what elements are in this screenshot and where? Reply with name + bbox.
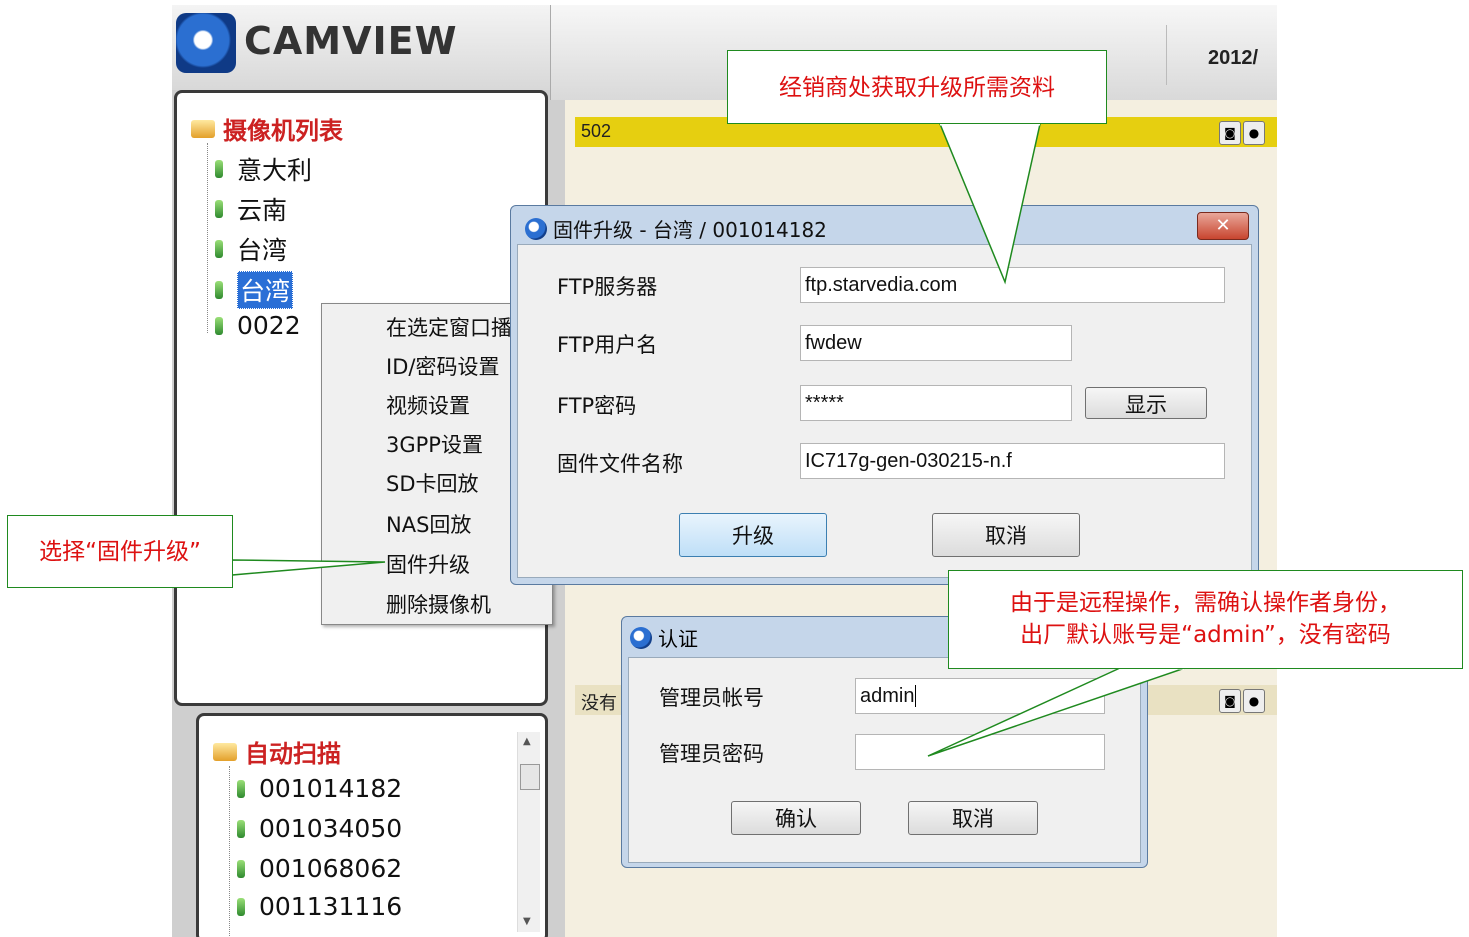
callout-right: 由于是远程操作，需确认操作者身份， 出厂默认账号是“admin”，没有密码	[948, 570, 1463, 669]
menu-item-delete-camera[interactable]: 删除摄像机	[386, 589, 491, 619]
auto-scan-panel: 自动扫描 001014182 001034050 001068062 00113…	[196, 713, 548, 937]
tree-item-scanned-camera[interactable]: 001014182	[237, 774, 402, 803]
camera-icon	[237, 779, 245, 798]
upgrade-button[interactable]: 升级	[679, 513, 827, 557]
camera-icon	[237, 819, 245, 838]
header-divider	[1166, 25, 1167, 85]
callout-right-line2: 出厂默认账号是“admin”，没有密码	[1020, 622, 1391, 648]
menu-item-video-settings[interactable]: 视频设置	[386, 390, 470, 420]
tree-item-camera[interactable]: 云南	[215, 191, 287, 227]
video-window-label: 502	[581, 121, 612, 141]
menu-item-play-in-window[interactable]: 在选定窗口播	[386, 312, 512, 342]
record-icon[interactable]: ●	[1243, 121, 1265, 145]
app-icon	[525, 217, 547, 240]
snapshot-icon[interactable]: ◙	[1219, 121, 1241, 145]
tree-item-camera[interactable]: 台湾	[215, 231, 287, 267]
folder-icon	[191, 119, 215, 138]
firmware-upgrade-dialog: 固件升级 - 台湾 / 001014182 ✕ FTP服务器 ftp.starv…	[510, 205, 1259, 585]
auto-scan-title: 自动扫描	[245, 740, 341, 768]
scroll-up-icon[interactable]: ▲	[523, 736, 531, 747]
admin-password-input[interactable]	[855, 734, 1105, 770]
firmware-file-label: 固件文件名称	[557, 452, 683, 476]
admin-account-input[interactable]: admin	[855, 678, 1105, 714]
scroll-thumb[interactable]	[520, 764, 540, 790]
firmware-file-input[interactable]: IC717g-gen-030215-n.f	[800, 443, 1225, 479]
ftp-user-label: FTP用户名	[557, 333, 658, 357]
dialog-title: 认证	[658, 627, 698, 651]
video-window-label: 没有	[581, 693, 617, 713]
tree-item-camera-selected[interactable]: 台湾	[215, 271, 294, 309]
ftp-user-input[interactable]: fwdew	[800, 325, 1072, 361]
dialog-body: FTP服务器 ftp.starvedia.com FTP用户名 fwdew FT…	[517, 244, 1252, 578]
camera-icon	[215, 316, 223, 335]
camera-icon	[237, 897, 245, 916]
tree-item-camera[interactable]: 0022	[215, 311, 301, 340]
camera-icon	[215, 240, 223, 258]
admin-account-label: 管理员帐号	[659, 686, 764, 710]
menu-item-sd-playback[interactable]: SD卡回放	[386, 468, 479, 498]
show-password-button[interactable]: 显示	[1085, 387, 1207, 419]
app-icon	[630, 626, 652, 649]
tree-item-camera[interactable]: 意大利	[215, 151, 312, 187]
dialog-titlebar: 认证	[630, 623, 698, 652]
camview-logo-icon	[176, 13, 236, 73]
close-icon[interactable]: ✕	[1197, 212, 1249, 240]
admin-password-label: 管理员密码	[659, 742, 764, 766]
scroll-down-icon[interactable]: ▼	[523, 916, 531, 927]
ftp-password-label: FTP密码	[557, 394, 637, 418]
text-cursor	[915, 685, 917, 707]
callout-right-line1: 由于是远程操作，需确认操作者身份，	[1010, 590, 1401, 616]
app-logo-text: CAMVIEW	[244, 19, 458, 63]
dialog-title: 固件升级 - 台湾 / 001014182	[553, 218, 827, 242]
scan-scrollbar[interactable]: ▲ ▼	[517, 732, 540, 932]
folder-icon	[213, 742, 237, 761]
auto-scan-root[interactable]: 自动扫描	[213, 734, 341, 769]
camera-list-root[interactable]: 摄像机列表	[191, 111, 343, 146]
camera-list-title: 摄像机列表	[223, 117, 343, 145]
menu-item-id-password[interactable]: ID/密码设置	[386, 351, 499, 381]
camera-icon	[215, 200, 223, 218]
ftp-password-input[interactable]: *****	[800, 385, 1072, 421]
camera-icon	[215, 160, 223, 178]
camera-icon	[237, 859, 245, 878]
snapshot-icon[interactable]: ◙	[1219, 689, 1241, 713]
record-icon[interactable]: ●	[1243, 689, 1265, 713]
menu-item-nas-playback[interactable]: NAS回放	[386, 509, 471, 539]
menu-item-3gpp-settings[interactable]: 3GPP设置	[386, 429, 483, 459]
confirm-button[interactable]: 确认	[731, 801, 861, 835]
ftp-server-label: FTP服务器	[557, 275, 658, 299]
tree-item-scanned-camera[interactable]: 001131116	[237, 892, 402, 921]
camera-icon	[215, 281, 223, 299]
ftp-server-input[interactable]: ftp.starvedia.com	[800, 267, 1225, 303]
tree-item-scanned-camera[interactable]: 001034050	[237, 814, 402, 843]
tree-item-scanned-camera[interactable]: 001068062	[237, 854, 402, 883]
cancel-button[interactable]: 取消	[908, 801, 1038, 835]
callout-left: 选择“固件升级”	[7, 515, 233, 588]
menu-item-firmware-upgrade[interactable]: 固件升级	[386, 549, 470, 579]
datetime-display: 2012/	[1208, 47, 1259, 69]
logo-area: CAMVIEW	[172, 5, 550, 90]
dialog-titlebar: 固件升级 - 台湾 / 001014182	[525, 214, 827, 243]
cancel-button[interactable]: 取消	[932, 513, 1080, 557]
callout-top: 经销商处获取升级所需资料	[727, 50, 1107, 124]
dialog-body: 管理员帐号 admin 管理员密码 确认 取消	[628, 657, 1141, 863]
